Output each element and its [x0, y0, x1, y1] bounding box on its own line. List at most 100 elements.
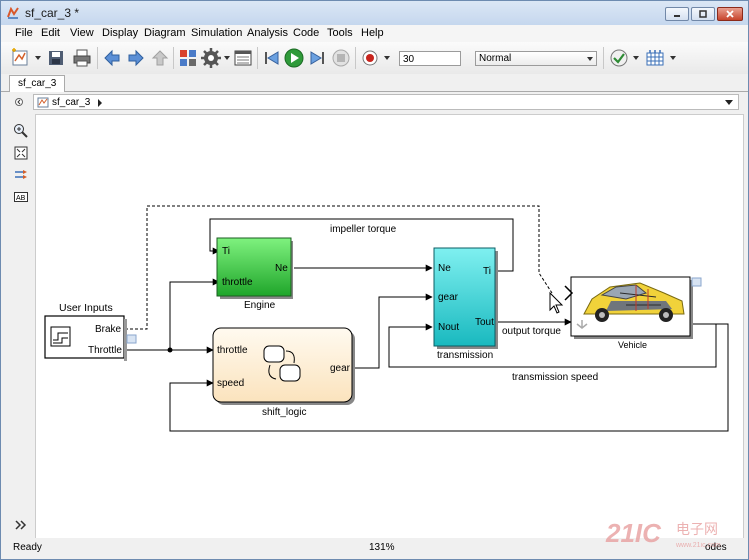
simulation-mode-select[interactable]: Normal — [475, 51, 597, 66]
tab-sf-car-3[interactable]: sf_car_3 — [9, 75, 66, 92]
block-badge-icon — [126, 334, 137, 344]
save-button[interactable] — [45, 47, 67, 69]
title-bar: sf_car_3 * — [1, 1, 748, 26]
data-display-button[interactable] — [644, 47, 666, 69]
engine-label: Engine — [244, 300, 276, 311]
svg-text:AB: AB — [16, 195, 26, 202]
play-icon — [284, 48, 304, 68]
vehicle-block[interactable]: Vehicle — [564, 276, 702, 350]
tab-bar: sf_car_3 — [1, 74, 748, 92]
restore-icon — [699, 10, 707, 18]
breadcrumb-model[interactable]: sf_car_3 — [52, 97, 90, 108]
watermark-sub: 电子网 — [676, 521, 718, 537]
watermark-url: www.21ic.com — [675, 542, 721, 549]
hide-browser-icon[interactable] — [15, 98, 23, 106]
toolbar-separator — [355, 47, 356, 69]
new-model-icon — [12, 48, 28, 66]
breadcrumb-arrow-icon — [98, 99, 102, 107]
forward-button[interactable] — [125, 47, 147, 69]
menu-help[interactable]: Help — [361, 27, 384, 39]
shift-logic-block[interactable]: throttle speed gear shift_logic — [212, 327, 355, 418]
transmission-port-gear: gear — [438, 292, 459, 303]
model-advisor-button[interactable] — [608, 47, 630, 69]
block-diagram: impeller torque output torque transmissi… — [44, 205, 729, 432]
impeller-torque-label: impeller torque — [330, 224, 397, 235]
toolbar-separator — [173, 47, 174, 69]
print-icon — [73, 49, 91, 67]
menu-file[interactable]: File — [15, 27, 33, 39]
step-back-button[interactable] — [261, 47, 283, 69]
shift-logic-label: shift_logic — [262, 407, 306, 418]
watermark-logo: 21IC 电子网 www.21ic.com — [605, 518, 721, 549]
user-inputs-block[interactable]: User Inputs Brake Throttle — [44, 302, 137, 361]
window-title: sf_car_3 * — [25, 6, 80, 20]
engine-block[interactable]: Ti throttle Ne Engine — [216, 237, 293, 311]
chevron-down-icon[interactable] — [725, 100, 733, 105]
menu-display[interactable]: Display — [102, 27, 138, 39]
annotation-icon[interactable]: AB — [13, 189, 29, 205]
vehicle-label: Vehicle — [618, 340, 647, 350]
run-button[interactable] — [283, 47, 305, 69]
record-button[interactable] — [359, 47, 381, 69]
port-brake: Brake — [95, 324, 122, 335]
throttle-to-engine-line[interactable] — [169, 278, 220, 350]
record-dropdown-arrow[interactable] — [384, 56, 390, 60]
user-inputs-title: User Inputs — [59, 302, 113, 314]
close-button[interactable] — [717, 7, 743, 21]
transmission-port-ti: Ti — [483, 266, 491, 277]
zoom-icon[interactable] — [13, 123, 29, 139]
gear-icon — [201, 48, 221, 68]
branch-point — [167, 347, 173, 353]
transmission-port-ne: Ne — [438, 263, 451, 274]
up-button[interactable] — [149, 47, 171, 69]
model-explorer-button[interactable] — [232, 47, 254, 69]
check-icon — [610, 49, 628, 67]
menu-tools[interactable]: Tools — [327, 27, 353, 39]
toolbar-separator — [603, 47, 604, 69]
menu-view[interactable]: View — [70, 27, 94, 39]
minimize-button[interactable] — [665, 7, 689, 21]
gear-line[interactable] — [354, 293, 433, 369]
fit-to-view-icon[interactable] — [13, 145, 29, 161]
transmission-block[interactable]: Ne gear Nout Ti Tout transmission — [433, 247, 498, 361]
save-icon — [49, 51, 63, 65]
port-throttle: Throttle — [88, 345, 122, 356]
new-model-button[interactable] — [9, 47, 31, 69]
arrow-right-icon — [128, 49, 144, 67]
palette-toolbar: AB — [9, 113, 33, 538]
maximize-button[interactable] — [691, 7, 715, 21]
watermark-brand: 21IC — [605, 518, 662, 548]
model-icon — [37, 97, 49, 108]
library-browser-button[interactable] — [177, 47, 199, 69]
model-explorer-icon — [234, 50, 252, 66]
menu-edit[interactable]: Edit — [41, 27, 60, 39]
toolbar-separator — [257, 47, 258, 69]
arrow-left-icon — [104, 49, 120, 67]
minimize-icon — [674, 15, 680, 17]
model-config-button[interactable] — [200, 47, 222, 69]
engine-port-ti: Ti — [222, 246, 230, 257]
output-torque-label: output torque — [502, 326, 561, 337]
display-dropdown-arrow[interactable] — [670, 56, 676, 60]
model-canvas[interactable]: impeller torque output torque transmissi… — [35, 114, 744, 539]
new-dropdown-arrow[interactable] — [35, 56, 41, 60]
hide-names-icon[interactable] — [13, 167, 29, 183]
advisor-dropdown-arrow[interactable] — [633, 56, 639, 60]
back-button[interactable] — [101, 47, 123, 69]
stop-button[interactable] — [330, 47, 352, 69]
stop-icon — [332, 49, 350, 67]
print-button[interactable] — [71, 47, 93, 69]
breadcrumb[interactable]: sf_car_3 — [33, 94, 739, 110]
step-forward-icon — [310, 51, 324, 65]
menu-analysis[interactable]: Analysis — [247, 27, 288, 39]
menu-code[interactable]: Code — [293, 27, 319, 39]
menu-simulation[interactable]: Simulation — [191, 27, 242, 39]
block-badge-icon — [691, 277, 702, 287]
transmission-port-tout: Tout — [475, 317, 494, 328]
step-forward-button[interactable] — [306, 47, 328, 69]
menu-diagram[interactable]: Diagram — [144, 27, 186, 39]
mouse-cursor — [549, 291, 564, 314]
stop-time-input[interactable]: 30 — [399, 51, 461, 66]
expand-chevrons-icon[interactable] — [13, 517, 29, 533]
config-dropdown-arrow[interactable] — [224, 56, 230, 60]
